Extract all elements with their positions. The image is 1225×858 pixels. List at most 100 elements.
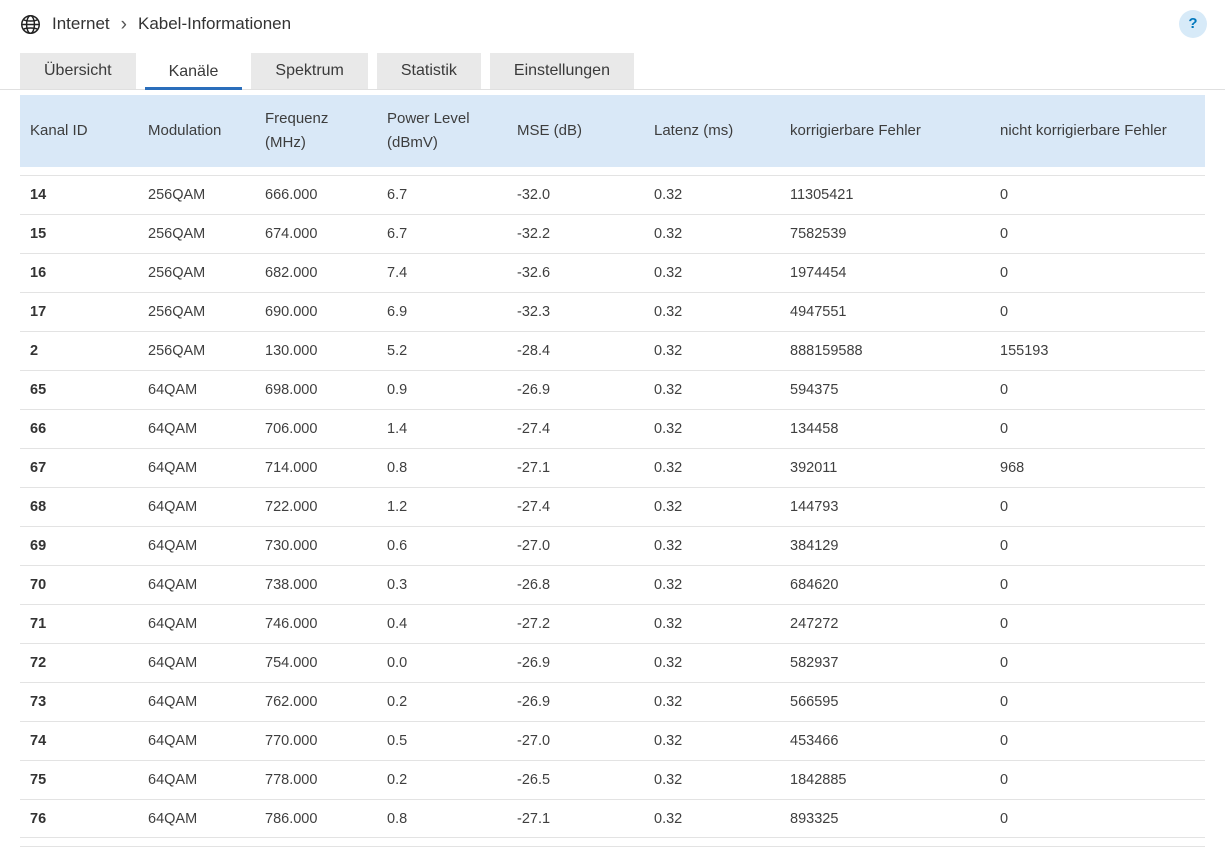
table-row: 15 256QAM 674.000 6.7 -32.2 0.32 7582539 0 bbox=[20, 214, 1205, 253]
cell: 155193 bbox=[1000, 343, 1049, 359]
cell: 0 bbox=[1000, 616, 1009, 632]
cell: 0.32 bbox=[654, 499, 683, 515]
table-row: 17 256QAM 690.000 6.9 -32.3 0.32 4947551 0 bbox=[20, 292, 1205, 331]
cell: -27.4 bbox=[517, 421, 551, 437]
cell: 0 bbox=[1000, 733, 1009, 749]
cell: 384129 bbox=[790, 538, 839, 554]
help-button[interactable]: ? bbox=[1179, 10, 1207, 38]
globe-icon bbox=[20, 14, 41, 35]
cell: 0.3 bbox=[387, 577, 408, 593]
cell: 0.32 bbox=[654, 733, 683, 749]
cell: 0 bbox=[1000, 810, 1009, 827]
topbar: Internet › Kabel-Informationen ? bbox=[0, 0, 1225, 48]
cell: -27.0 bbox=[517, 538, 551, 554]
breadcrumb-root[interactable]: Internet bbox=[52, 14, 110, 34]
cell: 0.5 bbox=[387, 733, 408, 749]
tab-kanale[interactable]: Kanäle bbox=[144, 53, 243, 90]
table-row: 73 64QAM 762.000 0.2 -26.9 0.32 566595 0 bbox=[20, 682, 1205, 721]
cell: 6.7 bbox=[387, 187, 408, 203]
cell: 690.000 bbox=[265, 304, 318, 320]
cell: 256QAM bbox=[148, 265, 206, 281]
cell: 14 bbox=[30, 187, 47, 203]
cell: 64QAM bbox=[148, 538, 198, 554]
cell: 69 bbox=[30, 538, 47, 554]
cell: 15 bbox=[30, 226, 47, 242]
column-header-nicht-korrigierbare-fehler: nicht korrigierbare Fehler bbox=[1000, 122, 1167, 139]
cell: 64QAM bbox=[148, 460, 198, 476]
cell: 0.32 bbox=[654, 460, 683, 476]
cell: 738.000 bbox=[265, 577, 318, 593]
cell: 74 bbox=[30, 733, 47, 749]
cell: 0.32 bbox=[654, 538, 683, 554]
cell: 582937 bbox=[790, 655, 839, 671]
cell: 0.9 bbox=[387, 382, 408, 398]
cell: 0 bbox=[1000, 655, 1009, 671]
cell: 0 bbox=[1000, 499, 1009, 515]
table-row: 2 256QAM 130.000 5.2 -28.4 0.32 888159588 15519… bbox=[20, 331, 1205, 370]
cell: 682.000 bbox=[265, 265, 318, 281]
cell: -26.8 bbox=[517, 577, 551, 593]
cell: 67 bbox=[30, 460, 47, 476]
table-row: 67 64QAM 714.000 0.8 -27.1 0.32 392011 968 bbox=[20, 448, 1205, 487]
cell: 73 bbox=[30, 694, 47, 710]
cell: -26.5 bbox=[517, 772, 551, 788]
cell: 0.32 bbox=[654, 421, 683, 437]
column-header-kanal-id: Kanal ID bbox=[30, 122, 88, 139]
cell: 0 bbox=[1000, 421, 1009, 437]
cell: 594375 bbox=[790, 382, 839, 398]
table-row: 75 64QAM 778.000 0.2 -26.5 0.32 1842885 0 bbox=[20, 760, 1205, 799]
cell: 16 bbox=[30, 265, 47, 281]
cell: 0.32 bbox=[654, 226, 683, 242]
cell: 0.32 bbox=[654, 382, 683, 398]
table-row: 74 64QAM 770.000 0.5 -27.0 0.32 453466 0 bbox=[20, 721, 1205, 760]
cell: 714.000 bbox=[265, 460, 318, 476]
cell: 722.000 bbox=[265, 499, 318, 515]
cell: 130.000 bbox=[265, 343, 318, 359]
tab-ubersicht[interactable]: Übersicht bbox=[20, 53, 136, 89]
cell: 64QAM bbox=[148, 577, 198, 593]
cell: 0.6 bbox=[387, 538, 408, 554]
cell: -27.0 bbox=[517, 733, 551, 749]
cell: 566595 bbox=[790, 694, 839, 710]
cell: 0.8 bbox=[387, 460, 408, 476]
column-header-power-level-dbmv-: Power Level (dBmV) bbox=[387, 110, 470, 151]
cell: -27.2 bbox=[517, 616, 551, 632]
cell: 0.4 bbox=[387, 616, 408, 632]
cell: 674.000 bbox=[265, 226, 318, 242]
cell: 0.32 bbox=[654, 304, 683, 320]
cell: 684620 bbox=[790, 577, 839, 593]
tab-spektrum[interactable]: Spektrum bbox=[251, 53, 368, 89]
cell: -27.4 bbox=[517, 499, 551, 515]
cell: 2 bbox=[30, 343, 39, 359]
cell: 0 bbox=[1000, 382, 1009, 398]
cell: 66 bbox=[30, 421, 47, 437]
cell: 706.000 bbox=[265, 421, 318, 437]
cell: 1.4 bbox=[387, 421, 408, 437]
cell: 0 bbox=[1000, 772, 1009, 788]
cell: 730.000 bbox=[265, 538, 318, 554]
cell: -32.3 bbox=[517, 304, 551, 320]
cell: 0.32 bbox=[654, 343, 683, 359]
tab-einstellungen[interactable]: Einstellungen bbox=[489, 53, 634, 89]
cell: 0.32 bbox=[654, 810, 683, 827]
cell: 64QAM bbox=[148, 733, 198, 749]
cell: -26.9 bbox=[517, 382, 551, 398]
cell: 0.32 bbox=[654, 616, 683, 632]
tab-statistik[interactable]: Statistik bbox=[376, 53, 481, 89]
cell: 256QAM bbox=[148, 304, 206, 320]
cell: -28.4 bbox=[517, 343, 551, 359]
cell: 0 bbox=[1000, 577, 1009, 593]
cell: 392011 bbox=[790, 460, 838, 476]
tab-bar: Übersicht Kanäle Spektrum Statistik Einstell… bbox=[0, 48, 1225, 90]
cell: 0 bbox=[1000, 187, 1009, 203]
cell: 247272 bbox=[790, 616, 839, 632]
cell: 778.000 bbox=[265, 772, 318, 788]
cell: 6.7 bbox=[387, 226, 408, 242]
cell: 64QAM bbox=[148, 382, 198, 398]
column-header-latenz-ms-: Latenz (ms) bbox=[654, 122, 734, 139]
cell: 7.4 bbox=[387, 265, 408, 281]
cell: 70 bbox=[30, 577, 47, 593]
breadcrumb-current: Kabel-Informationen bbox=[137, 14, 292, 33]
cell: 4947551 bbox=[790, 304, 847, 320]
table-row: 69 64QAM 730.000 0.6 -27.0 0.32 384129 0 bbox=[20, 526, 1205, 565]
